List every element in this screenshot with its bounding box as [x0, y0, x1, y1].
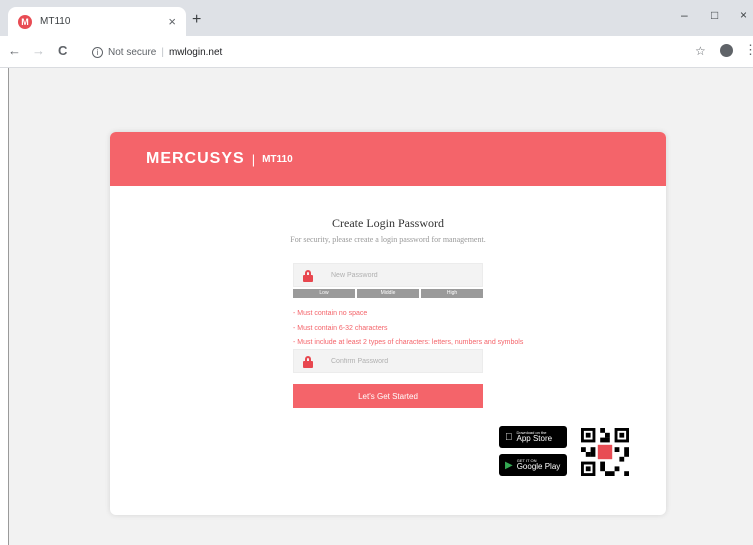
- url-text[interactable]: mwlogin.net: [169, 47, 222, 58]
- lock-icon: [303, 355, 313, 368]
- brand-separator: |: [251, 151, 256, 167]
- info-icon[interactable]: i: [92, 46, 103, 58]
- form-title: Create Login Password: [332, 216, 444, 230]
- card-header: MERCUSYS | MT110: [110, 132, 666, 186]
- close-tab-icon[interactable]: ×: [168, 14, 176, 29]
- play-icon: ▶: [505, 459, 513, 471]
- address-bar[interactable]: i Not secure | mwlogin.net: [84, 41, 714, 63]
- favicon-icon: M: [18, 14, 32, 29]
- lock-icon: [303, 269, 313, 282]
- security-label: Not secure: [108, 46, 157, 58]
- browser-tabstrip: M MT110 × + – □ ×: [0, 0, 753, 36]
- form-subtitle: For security, please create a login pass…: [290, 235, 486, 244]
- password-strength-meter: Low Middle High: [293, 289, 483, 298]
- new-tab-icon[interactable]: +: [192, 11, 201, 29]
- confirm-password-input[interactable]: [331, 357, 471, 365]
- browser-tab[interactable]: M MT110 ×: [8, 7, 186, 36]
- model-name: MT110: [262, 153, 293, 165]
- new-password-input[interactable]: [331, 271, 471, 279]
- reload-icon[interactable]: C: [58, 43, 67, 58]
- back-icon[interactable]: ←: [8, 43, 21, 58]
- password-rules: - Must contain no space - Must contain 6…: [293, 307, 523, 351]
- browser-toolbar: ← → C i Not secure | mwlogin.net ☆ ⋮: [0, 36, 753, 68]
- maximize-icon[interactable]: □: [711, 8, 718, 22]
- account-icon[interactable]: [720, 44, 733, 57]
- new-password-field[interactable]: [293, 263, 483, 287]
- strength-low: Low: [293, 289, 355, 298]
- apple-icon: : [505, 432, 513, 443]
- close-window-icon[interactable]: ×: [740, 8, 747, 22]
- app-store-badge[interactable]:  Download on the App Store: [499, 426, 567, 448]
- get-started-button[interactable]: Let's Get Started: [293, 384, 483, 408]
- url-separator: |: [161, 46, 164, 58]
- google-play-badge[interactable]: ▶ GET IT ON Google Play: [499, 454, 567, 476]
- brand-logo: MERCUSYS: [146, 150, 245, 167]
- google-play-text: Google Play: [516, 462, 561, 471]
- minimize-icon[interactable]: –: [681, 8, 688, 22]
- rule-item: - Must contain 6-32 characters: [293, 324, 388, 332]
- app-store-text: App Store: [509, 434, 553, 443]
- login-card: MERCUSYS | MT110 Create Login Password F…: [110, 132, 666, 515]
- tab-title: MT110: [40, 16, 71, 27]
- star-icon[interactable]: ☆: [695, 44, 706, 58]
- confirm-password-field[interactable]: [293, 349, 483, 373]
- strength-middle: Middle: [357, 289, 419, 298]
- qr-code: [581, 428, 629, 476]
- more-icon[interactable]: ⋮: [744, 42, 753, 58]
- forward-icon[interactable]: →: [32, 43, 45, 58]
- strength-high: High: [421, 289, 483, 298]
- rule-item: - Must contain no space: [293, 310, 368, 317]
